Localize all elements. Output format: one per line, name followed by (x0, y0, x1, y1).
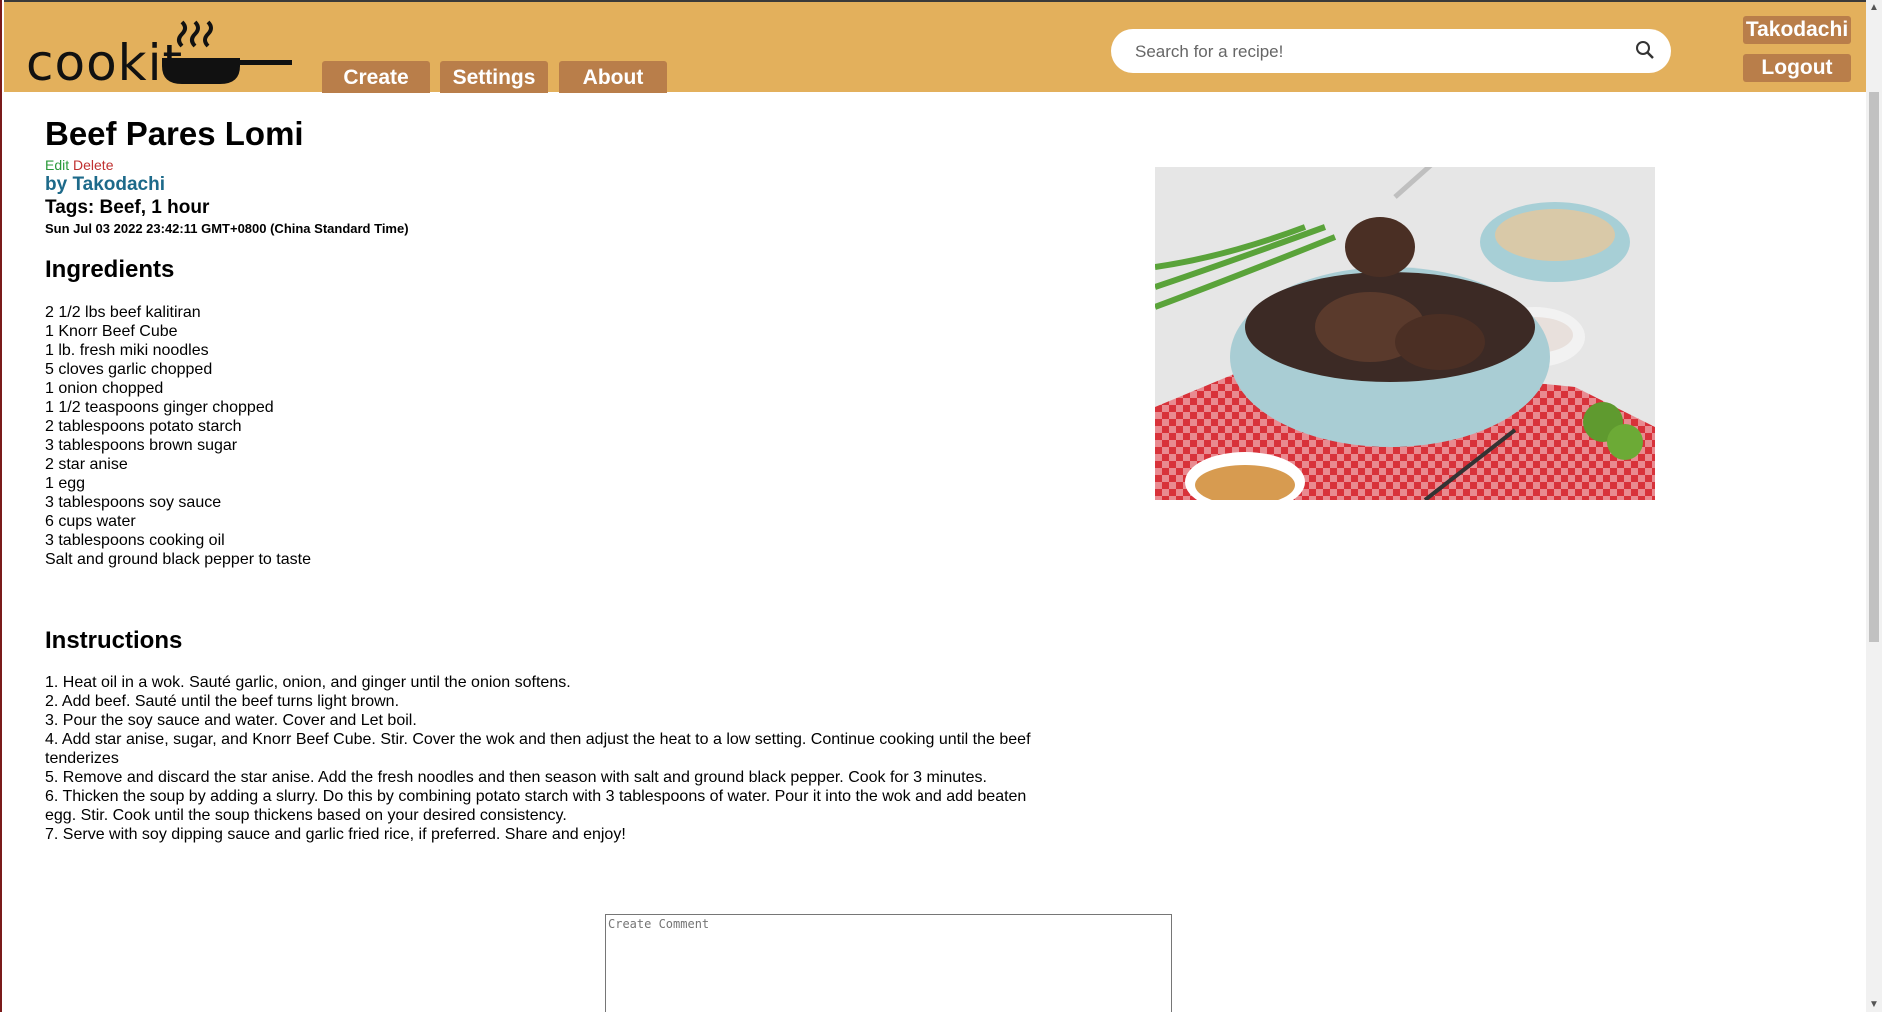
ingredients-list: 2 1/2 lbs beef kalitiran 1 Knorr Beef Cub… (45, 303, 311, 569)
ingredient-item: 2 tablespoons potato starch (45, 418, 242, 435)
instruction-step: 2. Add beef. Sauté until the beef turns … (45, 693, 400, 710)
ingredient-item: 2 1/2 lbs beef kalitiran (45, 304, 201, 321)
frying-pan-steam-icon (162, 20, 292, 84)
page-scrollbar[interactable]: ▲ ▼ (1866, 0, 1882, 1012)
search-input[interactable] (1133, 37, 1617, 67)
instruction-step: 6. Thicken the soup by adding a slurry. … (45, 788, 1027, 824)
page-frame: cookit Create Settings About Takodachi L… (0, 0, 1866, 1012)
ingredient-item: 3 tablespoons cooking oil (45, 532, 225, 549)
instruction-step: 5. Remove and discard the star anise. Ad… (45, 769, 987, 786)
site-header: cookit Create Settings About Takodachi L… (4, 0, 1866, 93)
ingredient-item: 1 1/2 teaspoons ginger chopped (45, 399, 274, 416)
recipe-tags: Tags: Beef, 1 hour (45, 197, 210, 218)
logout-button[interactable]: Logout (1743, 54, 1851, 82)
recipe-author[interactable]: by Takodachi (45, 174, 165, 196)
instruction-step: 4. Add star anise, sugar, and Knorr Beef… (45, 731, 1031, 767)
recipe-actions: Edit Delete (45, 157, 113, 173)
ingredient-item: Salt and ground black pepper to taste (45, 551, 311, 568)
ingredient-item: 3 tablespoons soy sauce (45, 494, 222, 511)
ingredient-item: 2 star anise (45, 456, 128, 473)
edit-link[interactable]: Edit (45, 157, 69, 173)
instructions-heading: Instructions (45, 627, 183, 654)
ingredient-item: 5 cloves garlic chopped (45, 361, 213, 378)
comment-textarea[interactable] (605, 914, 1172, 1012)
nav-create-tab[interactable]: Create (322, 61, 430, 93)
ingredient-item: 1 egg (45, 475, 86, 492)
logo-text: cookit (26, 34, 184, 92)
ingredient-item: 1 Knorr Beef Cube (45, 323, 178, 340)
recipe-title: Beef Pares Lomi (45, 115, 304, 152)
site-logo[interactable]: cookit (24, 12, 296, 90)
ingredient-item: 1 onion chopped (45, 380, 164, 397)
scroll-thumb[interactable] (1869, 92, 1879, 642)
recipe-date: Sun Jul 03 2022 23:42:11 GMT+0800 (China… (45, 221, 409, 236)
nav-settings-tab[interactable]: Settings (440, 61, 548, 93)
scroll-down-arrow-icon[interactable]: ▼ (1869, 999, 1879, 1010)
scroll-up-arrow-icon[interactable]: ▲ (1869, 2, 1879, 13)
instructions-list: 1. Heat oil in a wok. Sauté garlic, onio… (45, 673, 1045, 844)
nav-about-tab[interactable]: About (559, 61, 667, 93)
recipe-photo (1155, 167, 1655, 500)
instruction-step: 7. Serve with soy dipping sauce and garl… (45, 826, 626, 843)
ingredients-heading: Ingredients (45, 256, 175, 283)
user-profile-button[interactable]: Takodachi (1743, 16, 1851, 44)
ingredient-item: 3 tablespoons brown sugar (45, 437, 238, 454)
search-bar (1111, 29, 1671, 73)
ingredient-item: 6 cups water (45, 513, 136, 530)
instruction-step: 1. Heat oil in a wok. Sauté garlic, onio… (45, 674, 571, 691)
instruction-step: 3. Pour the soy sauce and water. Cover a… (45, 712, 417, 729)
ingredient-item: 1 lb. fresh miki noodles (45, 342, 209, 359)
search-icon[interactable] (1635, 40, 1655, 60)
delete-link[interactable]: Delete (73, 157, 113, 173)
